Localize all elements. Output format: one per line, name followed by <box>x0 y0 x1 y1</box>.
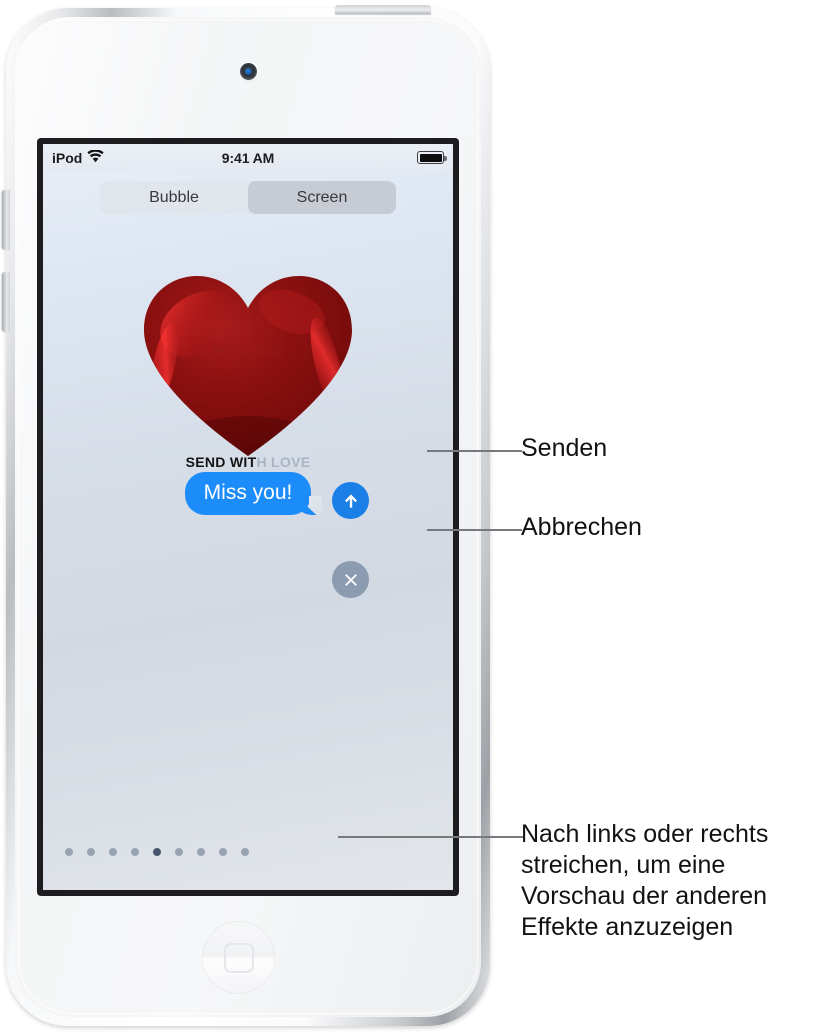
wifi-icon <box>87 148 104 166</box>
home-square-icon <box>223 942 254 973</box>
battery-fill <box>419 153 442 162</box>
callout-leader-senden <box>427 450 522 452</box>
battery-cap <box>444 155 447 161</box>
status-bar-left: iPod <box>52 148 104 166</box>
effect-preview-stage[interactable]: Miss you! SEND WITH LOVE Miss you! <box>43 214 453 644</box>
screen: iPod 9:41 AM Bubble Screen Miss you! SEN… <box>43 144 453 890</box>
battery-full-icon <box>417 151 447 164</box>
callout-label-senden: Senden <box>521 434 608 462</box>
cancel-button[interactable] <box>332 561 369 598</box>
home-button[interactable] <box>202 921 275 994</box>
page-dot-active[interactable] <box>153 848 161 856</box>
effect-type-segmented-control[interactable]: Bubble Screen <box>100 181 396 214</box>
page-dot[interactable] <box>87 848 95 856</box>
page-dot[interactable] <box>241 848 249 856</box>
ipod-device: iPod 9:41 AM Bubble Screen Miss you! SEN… <box>2 5 490 1026</box>
callout-leader-abbrechen <box>427 529 522 531</box>
status-bar-right <box>417 151 447 164</box>
arrow-up-icon <box>344 493 357 508</box>
tab-bubble[interactable]: Bubble <box>100 181 248 214</box>
front-camera-icon <box>240 63 257 80</box>
page-dot[interactable] <box>109 848 117 856</box>
close-x-icon <box>344 573 357 586</box>
carrier-label: iPod <box>52 149 83 166</box>
volume-up-button[interactable] <box>2 190 10 250</box>
message-bubble-row: Miss you! <box>43 472 453 515</box>
screen-bezel: iPod 9:41 AM Bubble Screen Miss you! SEN… <box>37 138 459 896</box>
page-dot[interactable] <box>219 848 227 856</box>
status-bar: iPod 9:41 AM <box>43 144 453 171</box>
callout-label-swipe: Nach links oder rechts streichen, um ein… <box>521 820 769 941</box>
callout-label-abbrechen: Abbrechen <box>521 513 642 541</box>
volume-down-button[interactable] <box>2 272 10 332</box>
heart-balloon-icon <box>142 272 354 460</box>
page-dot[interactable] <box>131 848 139 856</box>
status-bar-time: 9:41 AM <box>221 149 275 166</box>
page-dot[interactable] <box>175 848 183 856</box>
page-dot[interactable] <box>197 848 205 856</box>
tab-screen[interactable]: Screen <box>248 181 396 214</box>
send-button[interactable] <box>332 482 369 519</box>
balloon-ghost-message: Miss you! <box>211 342 285 361</box>
segmented-control-wrapper: Bubble Screen <box>43 171 453 214</box>
effect-name-label: SEND WITH LOVE <box>185 454 311 470</box>
effect-page-dots[interactable] <box>65 848 249 856</box>
message-bubble[interactable]: Miss you! <box>184 472 323 515</box>
power-button[interactable] <box>335 5 431 14</box>
callout-leader-swipe <box>338 836 523 838</box>
page-dot[interactable] <box>65 848 73 856</box>
